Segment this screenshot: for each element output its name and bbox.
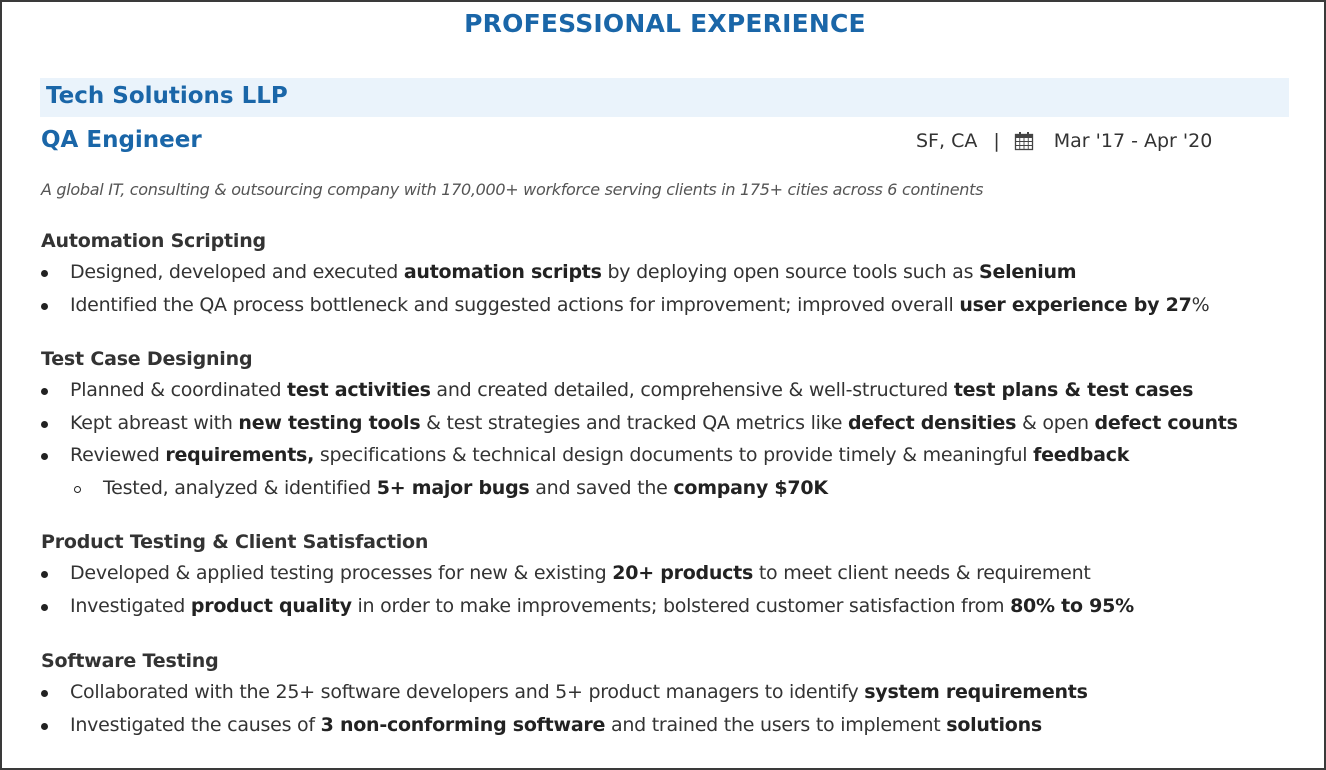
highlight-text: user experience by 27 <box>959 293 1192 316</box>
bullet-text: Investigated the causes of <box>70 713 321 736</box>
highlight-text: requirements, <box>165 444 315 466</box>
highlight-text: defect densities <box>847 411 1017 434</box>
company-description: A global IT, consulting & outsourcing co… <box>41 180 984 199</box>
section-title: PROFESSIONAL EXPERIENCE <box>464 9 866 38</box>
subsection: Product Testing & Client Satisfaction Dev… <box>41 529 1301 624</box>
bullet-text: Investigated <box>70 594 191 617</box>
role-title: QA Engineer <box>41 127 202 153</box>
highlight-text: 5+ major bugs <box>376 476 530 499</box>
bullet-text: % <box>1191 293 1210 316</box>
subsection: Automation Scripting Designed, developed … <box>41 228 1301 323</box>
bullet-item: Reviewed requirements, specifications & … <box>41 441 1301 474</box>
bullet-text: & open <box>1016 411 1095 434</box>
highlight-text: Selenium <box>979 261 1077 283</box>
employment-dates: Mar '17 - Apr '20 <box>1053 130 1213 152</box>
bullet-icon <box>41 690 48 697</box>
subsection: Test Case Designing Planned & coordinated… <box>41 346 1301 506</box>
highlight-text: 20+ products <box>612 562 754 584</box>
bullet-text: Developed & applied testing processes fo… <box>70 562 613 584</box>
subsection-title: Automation Scripting <box>41 230 266 252</box>
company-name: Tech Solutions LLP <box>46 83 288 109</box>
highlight-text: test activities <box>287 379 431 401</box>
hollow-bullet-icon <box>74 485 81 493</box>
bullet-icon <box>41 388 48 395</box>
bullet-item: Collaborated with the 25+ software devel… <box>41 678 1301 711</box>
highlight-text: test plans & test cases <box>953 379 1194 401</box>
location: SF, CA <box>916 130 978 152</box>
bullet-item: Kept abreast with new testing tools & te… <box>41 409 1301 442</box>
subsection: Software Testing Collaborated with the 25… <box>41 648 1301 743</box>
bullet-item: Investigated product quality in order to… <box>41 592 1301 625</box>
bullet-icon <box>41 302 48 310</box>
highlight-text: 80% to 95% <box>1010 594 1134 617</box>
bullet-icon <box>41 571 48 578</box>
bullet-text: Identified the QA process bottleneck and… <box>70 293 960 316</box>
bullet-text: Planned & coordinated <box>70 379 288 401</box>
subsection-title: Test Case Designing <box>41 348 253 370</box>
bullet-text: in order to make improvements; bolstered… <box>351 594 1011 617</box>
bullet-text: by deploying open source tools such as <box>601 261 980 283</box>
bullet-icon <box>41 420 48 428</box>
bullet-text: and created detailed, comprehensive & we… <box>430 379 954 401</box>
calendar-icon <box>1014 131 1034 151</box>
subsection-title: Software Testing <box>41 650 219 672</box>
bullet-text: Collaborated with the 25+ software devel… <box>70 681 865 703</box>
bullet-icon <box>41 722 48 730</box>
bullet-icon <box>41 603 48 611</box>
sub-bullet-item: Tested, analyzed & identified 5+ major b… <box>41 474 1301 507</box>
bullet-text: and trained the users to implement <box>605 713 947 736</box>
company-header-bar: Tech Solutions LLP <box>40 78 1289 117</box>
bullet-text: specifications & technical design docume… <box>314 444 1034 466</box>
highlight-text: feedback <box>1033 444 1130 466</box>
meta-separator: | <box>993 130 1000 152</box>
bullet-item: Developed & applied testing processes fo… <box>41 559 1301 592</box>
bullet-item: Identified the QA process bottleneck and… <box>41 291 1301 324</box>
bullet-text: and saved the <box>529 476 674 499</box>
highlight-text: system requirements <box>864 681 1088 703</box>
bullet-text: Designed, developed and executed <box>70 261 404 283</box>
highlight-text: automation scripts <box>403 261 602 283</box>
highlight-text: 3 non-conforming software <box>320 713 606 736</box>
bullet-item: Investigated the causes of 3 non-conform… <box>41 711 1301 744</box>
bullet-text: to meet client needs & requirement <box>753 562 1091 584</box>
job-meta: SF, CA | Mar '17 - Apr '20 <box>916 130 1212 152</box>
bullet-text: Tested, analyzed & identified <box>103 476 377 499</box>
bullet-item: Planned & coordinated test activities an… <box>41 376 1301 409</box>
highlight-text: solutions <box>946 713 1042 736</box>
highlight-text: new testing tools <box>238 411 421 434</box>
highlight-text: defect counts <box>1094 411 1238 434</box>
subsection-title: Product Testing & Client Satisfaction <box>41 531 429 553</box>
bullet-text: Reviewed <box>70 444 166 466</box>
highlight-text: product quality <box>190 594 352 617</box>
bullet-icon <box>41 453 48 460</box>
bullet-text: & test strategies and tracked QA metrics… <box>420 411 848 434</box>
highlight-text: company $70K <box>673 476 828 499</box>
bullet-icon <box>41 270 48 277</box>
bullet-text: Kept abreast with <box>70 411 239 434</box>
resume-page: PROFESSIONAL EXPERIENCE Tech Solutions L… <box>0 0 1326 770</box>
bullet-item: Designed, developed and executed automat… <box>41 258 1301 291</box>
